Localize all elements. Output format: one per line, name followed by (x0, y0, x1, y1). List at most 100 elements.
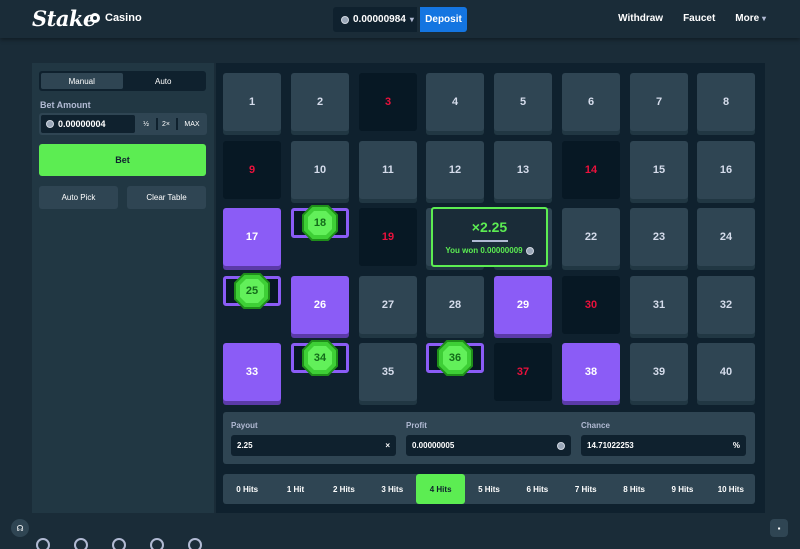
tile-5[interactable]: 5 (494, 73, 552, 131)
menu-icon[interactable] (36, 538, 50, 549)
hits-option-7[interactable]: 7 Hits (562, 474, 610, 504)
chance-value: 14.71022253 (587, 441, 634, 450)
tile-13[interactable]: 13 (494, 141, 552, 199)
tile-11[interactable]: 11 (359, 141, 417, 199)
tab-auto[interactable]: Auto (123, 73, 205, 89)
hits-option-1[interactable]: 1 Hit (271, 474, 319, 504)
max-bet-button[interactable]: MAX (179, 117, 205, 131)
tile-24[interactable]: 24 (697, 208, 755, 266)
tile-8[interactable]: 8 (697, 73, 755, 131)
tile-1[interactable]: 1 (223, 73, 281, 131)
more-label: More (735, 13, 760, 24)
hits-option-10[interactable]: 10 Hits (707, 474, 755, 504)
chance-field: 14.71022253 % (581, 435, 746, 456)
tile-31[interactable]: 31 (630, 276, 688, 334)
faucet-link[interactable]: Faucet (683, 13, 715, 24)
tile-37[interactable]: 37 (494, 343, 552, 401)
tile-29[interactable]: 29 (494, 276, 552, 334)
home-icon[interactable] (74, 538, 88, 549)
balance-selector[interactable]: 0.00000984 ▾ (333, 7, 417, 32)
win-popup: ×2.25 You won 0.00000009 (431, 207, 548, 267)
withdraw-link[interactable]: Withdraw (618, 13, 663, 24)
tile-number: 2 (316, 96, 324, 108)
tile-28[interactable]: 28 (426, 276, 484, 334)
payout-value: 2.25 (237, 441, 253, 450)
top-nav: Withdraw Faucet More ▾ (618, 13, 766, 24)
tile-19[interactable]: 19 (359, 208, 417, 266)
tile-number: 26 (313, 299, 327, 311)
tile-25[interactable]: 25 (223, 273, 281, 309)
tile-2[interactable]: 2 (291, 73, 349, 131)
hits-option-3[interactable]: 3 Hits (368, 474, 416, 504)
casino-label: Casino (105, 12, 142, 24)
tab-manual[interactable]: Manual (41, 73, 123, 89)
tile-23[interactable]: 23 (630, 208, 688, 266)
tile-4[interactable]: 4 (426, 73, 484, 131)
tile-38[interactable]: 38 (562, 343, 620, 401)
hits-option-2[interactable]: 2 Hits (320, 474, 368, 504)
tile-35[interactable]: 35 (359, 343, 417, 401)
half-bet-button[interactable]: ½ (139, 117, 153, 131)
clear-table-button[interactable]: Clear Table (127, 186, 206, 209)
tile-18[interactable]: 18 (291, 205, 349, 241)
more-menu[interactable]: More ▾ (735, 13, 766, 24)
chat-icon[interactable]: ▪ (770, 519, 788, 537)
tile-36[interactable]: 36 (426, 340, 484, 376)
double-bet-button[interactable]: 2× (159, 117, 173, 131)
top-bar: Stake Casino 0.00000984 ▾ Deposit Withdr… (0, 0, 800, 38)
tile-number: 15 (652, 164, 666, 176)
tile-6[interactable]: 6 (562, 73, 620, 131)
hits-option-0[interactable]: 0 Hits (223, 474, 271, 504)
bet-amount-label: Bet Amount (40, 100, 91, 110)
coin-icon (341, 15, 349, 24)
stats-icon[interactable] (188, 538, 202, 549)
tile-26[interactable]: 26 (291, 276, 349, 334)
hits-option-5[interactable]: 5 Hits (465, 474, 513, 504)
tile-number: 10 (313, 164, 327, 176)
tile-39[interactable]: 39 (630, 343, 688, 401)
chevron-down-icon: ▾ (409, 15, 414, 24)
win-multiplier: ×2.25 (471, 219, 508, 235)
bet-button[interactable]: Bet (39, 144, 206, 176)
hits-option-8[interactable]: 8 Hits (610, 474, 658, 504)
tile-9[interactable]: 9 (223, 141, 281, 199)
hits-option-4[interactable]: 4 Hits (416, 474, 465, 504)
gem-icon: 25 (233, 272, 271, 310)
tile-30[interactable]: 30 (562, 276, 620, 334)
tile-7[interactable]: 7 (630, 73, 688, 131)
casino-link[interactable]: Casino (90, 12, 142, 24)
tile-12[interactable]: 12 (426, 141, 484, 199)
bet-amount-row: 0.00000004 ½ 2× MAX (39, 113, 207, 135)
tile-3[interactable]: 3 (359, 73, 417, 131)
stake-logo[interactable]: Stake (32, 6, 96, 31)
tile-16[interactable]: 16 (697, 141, 755, 199)
hits-option-9[interactable]: 9 Hits (658, 474, 706, 504)
tile-33[interactable]: 33 (223, 343, 281, 401)
tile-27[interactable]: 27 (359, 276, 417, 334)
tile-number: 32 (719, 299, 733, 311)
tile-number: 37 (516, 366, 530, 378)
tile-32[interactable]: 32 (697, 276, 755, 334)
headset-icon[interactable]: ☊ (11, 519, 29, 537)
tile-number: 6 (587, 96, 595, 108)
sound-icon[interactable] (112, 538, 126, 549)
tile-17[interactable]: 17 (223, 208, 281, 266)
settings-icon[interactable] (150, 538, 164, 549)
auto-pick-button[interactable]: Auto Pick (39, 186, 118, 209)
tile-10[interactable]: 10 (291, 141, 349, 199)
multiplier-icon: × (385, 441, 390, 450)
tile-22[interactable]: 22 (562, 208, 620, 266)
divider (156, 118, 158, 130)
chevron-down-icon: ▾ (761, 14, 766, 23)
bet-amount-input[interactable]: 0.00000004 (41, 115, 135, 133)
tile-34[interactable]: 34 (291, 340, 349, 376)
tile-number: 8 (722, 96, 730, 108)
tile-number: 17 (245, 231, 259, 243)
deposit-button[interactable]: Deposit (420, 7, 467, 32)
hits-option-6[interactable]: 6 Hits (513, 474, 561, 504)
tile-15[interactable]: 15 (630, 141, 688, 199)
tile-14[interactable]: 14 (562, 141, 620, 199)
tile-40[interactable]: 40 (697, 343, 755, 401)
tile-number: 35 (381, 366, 395, 378)
payout-field: 2.25 × (231, 435, 396, 456)
